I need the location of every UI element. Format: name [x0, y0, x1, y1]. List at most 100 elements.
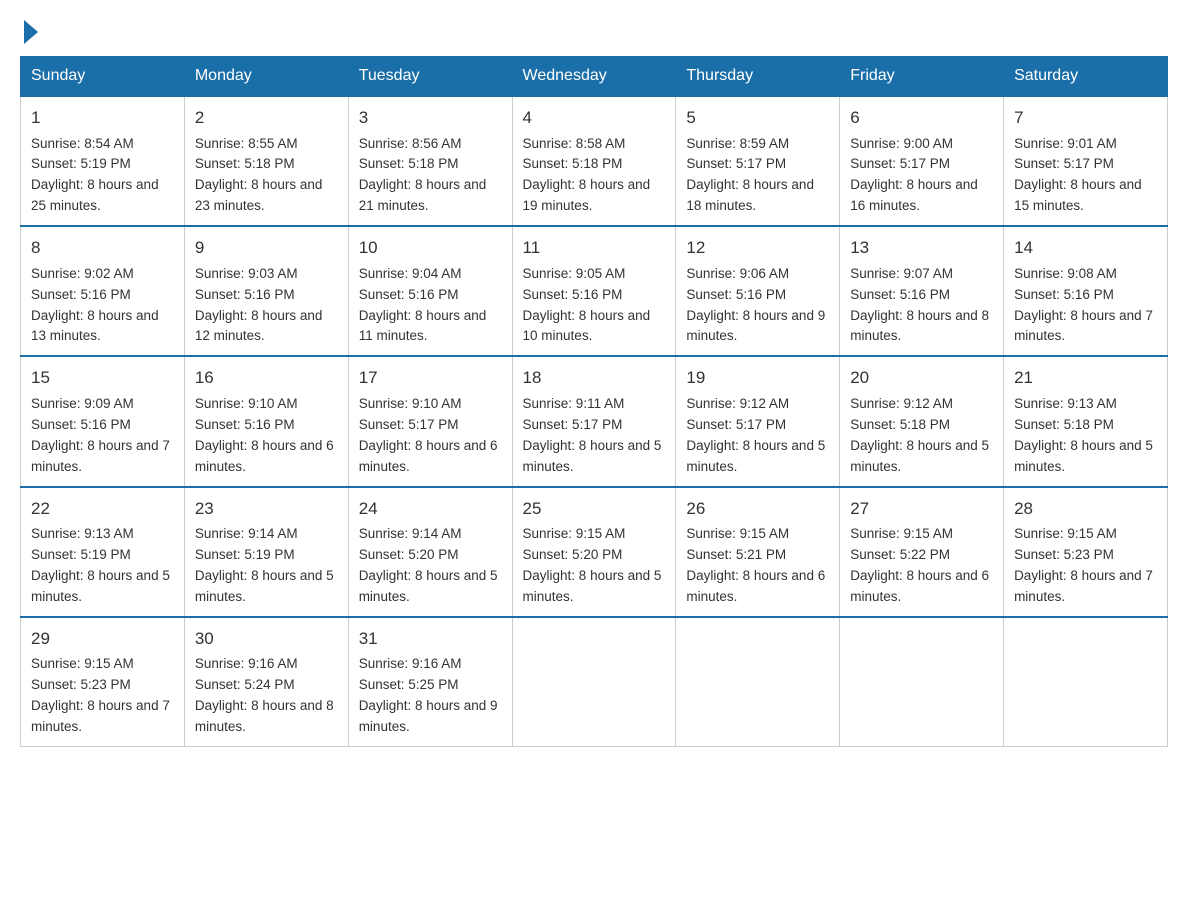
- day-number: 7: [1014, 105, 1157, 131]
- day-number: 17: [359, 365, 502, 391]
- weekday-header-sunday: Sunday: [21, 57, 185, 97]
- day-info: Sunrise: 9:15 AMSunset: 5:23 PMDaylight:…: [31, 654, 174, 738]
- calendar-cell: 30Sunrise: 9:16 AMSunset: 5:24 PMDayligh…: [184, 617, 348, 747]
- calendar-cell: 10 Sunrise: 9:04 AMSunset: 5:16 PMDayligh…: [348, 226, 512, 356]
- day-info: Sunrise: 9:05 AMSunset: 5:16 PMDaylight:…: [523, 264, 666, 348]
- day-number: 28: [1014, 496, 1157, 522]
- calendar-cell: 2Sunrise: 8:55 AMSunset: 5:18 PMDaylight…: [184, 96, 348, 226]
- page-header: [20, 20, 1168, 40]
- day-number: 15: [31, 365, 174, 391]
- calendar-week-row: 29Sunrise: 9:15 AMSunset: 5:23 PMDayligh…: [21, 617, 1168, 747]
- day-info: Sunrise: 8:59 AMSunset: 5:17 PMDaylight:…: [686, 134, 829, 218]
- calendar-week-row: 1 Sunrise: 8:54 AMSunset: 5:19 PMDaylight…: [21, 96, 1168, 226]
- day-info: Sunrise: 9:15 AMSunset: 5:21 PMDaylight:…: [686, 524, 829, 608]
- day-info: Sunrise: 9:10 AMSunset: 5:17 PMDaylight:…: [359, 394, 502, 478]
- day-info: Sunrise: 9:15 AMSunset: 5:22 PMDaylight:…: [850, 524, 993, 608]
- day-number: 12: [686, 235, 829, 261]
- day-number: 11: [523, 235, 666, 261]
- calendar-cell: 27Sunrise: 9:15 AMSunset: 5:22 PMDayligh…: [840, 487, 1004, 617]
- day-number: 27: [850, 496, 993, 522]
- day-number: 23: [195, 496, 338, 522]
- calendar-cell: 28Sunrise: 9:15 AMSunset: 5:23 PMDayligh…: [1004, 487, 1168, 617]
- day-number: 24: [359, 496, 502, 522]
- calendar-cell: 11 Sunrise: 9:05 AMSunset: 5:16 PMDayligh…: [512, 226, 676, 356]
- calendar-cell: 1 Sunrise: 8:54 AMSunset: 5:19 PMDaylight…: [21, 96, 185, 226]
- day-number: 19: [686, 365, 829, 391]
- weekday-header-tuesday: Tuesday: [348, 57, 512, 97]
- logo-text: [20, 20, 38, 44]
- day-number: 18: [523, 365, 666, 391]
- calendar-cell: 12 Sunrise: 9:06 AMSunset: 5:16 PMDayligh…: [676, 226, 840, 356]
- calendar-cell: 18 Sunrise: 9:11 AMSunset: 5:17 PMDayligh…: [512, 356, 676, 486]
- day-info: Sunrise: 8:54 AMSunset: 5:19 PMDaylight:…: [31, 134, 174, 218]
- weekday-header-monday: Monday: [184, 57, 348, 97]
- calendar-cell: 13 Sunrise: 9:07 AMSunset: 5:16 PMDayligh…: [840, 226, 1004, 356]
- day-number: 8: [31, 235, 174, 261]
- day-number: 16: [195, 365, 338, 391]
- day-info: Sunrise: 9:10 AMSunset: 5:16 PMDaylight:…: [195, 394, 338, 478]
- calendar-table: SundayMondayTuesdayWednesdayThursdayFrid…: [20, 56, 1168, 747]
- calendar-cell: [1004, 617, 1168, 747]
- day-info: Sunrise: 9:03 AMSunset: 5:16 PMDaylight:…: [195, 264, 338, 348]
- calendar-week-row: 22Sunrise: 9:13 AMSunset: 5:19 PMDayligh…: [21, 487, 1168, 617]
- calendar-cell: 22Sunrise: 9:13 AMSunset: 5:19 PMDayligh…: [21, 487, 185, 617]
- calendar-cell: 23Sunrise: 9:14 AMSunset: 5:19 PMDayligh…: [184, 487, 348, 617]
- day-info: Sunrise: 9:13 AMSunset: 5:19 PMDaylight:…: [31, 524, 174, 608]
- weekday-header-friday: Friday: [840, 57, 1004, 97]
- day-info: Sunrise: 9:12 AMSunset: 5:17 PMDaylight:…: [686, 394, 829, 478]
- calendar-cell: 17 Sunrise: 9:10 AMSunset: 5:17 PMDayligh…: [348, 356, 512, 486]
- day-info: Sunrise: 9:06 AMSunset: 5:16 PMDaylight:…: [686, 264, 829, 348]
- day-info: Sunrise: 9:12 AMSunset: 5:18 PMDaylight:…: [850, 394, 993, 478]
- calendar-cell: 15 Sunrise: 9:09 AMSunset: 5:16 PMDayligh…: [21, 356, 185, 486]
- logo: [20, 20, 38, 40]
- day-number: 14: [1014, 235, 1157, 261]
- day-number: 9: [195, 235, 338, 261]
- day-number: 5: [686, 105, 829, 131]
- weekday-header-saturday: Saturday: [1004, 57, 1168, 97]
- day-number: 31: [359, 626, 502, 652]
- day-info: Sunrise: 9:16 AMSunset: 5:25 PMDaylight:…: [359, 654, 502, 738]
- calendar-cell: 24Sunrise: 9:14 AMSunset: 5:20 PMDayligh…: [348, 487, 512, 617]
- day-number: 26: [686, 496, 829, 522]
- calendar-cell: 25Sunrise: 9:15 AMSunset: 5:20 PMDayligh…: [512, 487, 676, 617]
- day-info: Sunrise: 9:11 AMSunset: 5:17 PMDaylight:…: [523, 394, 666, 478]
- day-number: 3: [359, 105, 502, 131]
- calendar-cell: 31Sunrise: 9:16 AMSunset: 5:25 PMDayligh…: [348, 617, 512, 747]
- day-info: Sunrise: 8:56 AMSunset: 5:18 PMDaylight:…: [359, 134, 502, 218]
- calendar-cell: 14Sunrise: 9:08 AMSunset: 5:16 PMDayligh…: [1004, 226, 1168, 356]
- calendar-cell: 21Sunrise: 9:13 AMSunset: 5:18 PMDayligh…: [1004, 356, 1168, 486]
- calendar-cell: [676, 617, 840, 747]
- day-info: Sunrise: 9:13 AMSunset: 5:18 PMDaylight:…: [1014, 394, 1157, 478]
- day-info: Sunrise: 9:14 AMSunset: 5:20 PMDaylight:…: [359, 524, 502, 608]
- calendar-cell: 20 Sunrise: 9:12 AMSunset: 5:18 PMDayligh…: [840, 356, 1004, 486]
- day-number: 25: [523, 496, 666, 522]
- calendar-cell: 4Sunrise: 8:58 AMSunset: 5:18 PMDaylight…: [512, 96, 676, 226]
- day-number: 10: [359, 235, 502, 261]
- weekday-header-thursday: Thursday: [676, 57, 840, 97]
- day-info: Sunrise: 9:15 AMSunset: 5:20 PMDaylight:…: [523, 524, 666, 608]
- day-info: Sunrise: 9:14 AMSunset: 5:19 PMDaylight:…: [195, 524, 338, 608]
- day-number: 20: [850, 365, 993, 391]
- day-info: Sunrise: 9:02 AMSunset: 5:16 PMDaylight:…: [31, 264, 174, 348]
- calendar-cell: [512, 617, 676, 747]
- day-info: Sunrise: 9:09 AMSunset: 5:16 PMDaylight:…: [31, 394, 174, 478]
- day-number: 13: [850, 235, 993, 261]
- day-info: Sunrise: 9:07 AMSunset: 5:16 PMDaylight:…: [850, 264, 993, 348]
- calendar-week-row: 15 Sunrise: 9:09 AMSunset: 5:16 PMDayligh…: [21, 356, 1168, 486]
- calendar-cell: 3 Sunrise: 8:56 AMSunset: 5:18 PMDaylight…: [348, 96, 512, 226]
- calendar-cell: 6Sunrise: 9:00 AMSunset: 5:17 PMDaylight…: [840, 96, 1004, 226]
- day-number: 29: [31, 626, 174, 652]
- day-number: 1: [31, 105, 174, 131]
- day-number: 6: [850, 105, 993, 131]
- calendar-cell: [840, 617, 1004, 747]
- calendar-week-row: 8 Sunrise: 9:02 AMSunset: 5:16 PMDaylight…: [21, 226, 1168, 356]
- calendar-cell: 16 Sunrise: 9:10 AMSunset: 5:16 PMDayligh…: [184, 356, 348, 486]
- day-info: Sunrise: 9:04 AMSunset: 5:16 PMDaylight:…: [359, 264, 502, 348]
- calendar-cell: 5 Sunrise: 8:59 AMSunset: 5:17 PMDaylight…: [676, 96, 840, 226]
- calendar-cell: 19 Sunrise: 9:12 AMSunset: 5:17 PMDayligh…: [676, 356, 840, 486]
- weekday-header-wednesday: Wednesday: [512, 57, 676, 97]
- day-number: 4: [523, 105, 666, 131]
- day-number: 30: [195, 626, 338, 652]
- day-number: 22: [31, 496, 174, 522]
- day-info: Sunrise: 9:16 AMSunset: 5:24 PMDaylight:…: [195, 654, 338, 738]
